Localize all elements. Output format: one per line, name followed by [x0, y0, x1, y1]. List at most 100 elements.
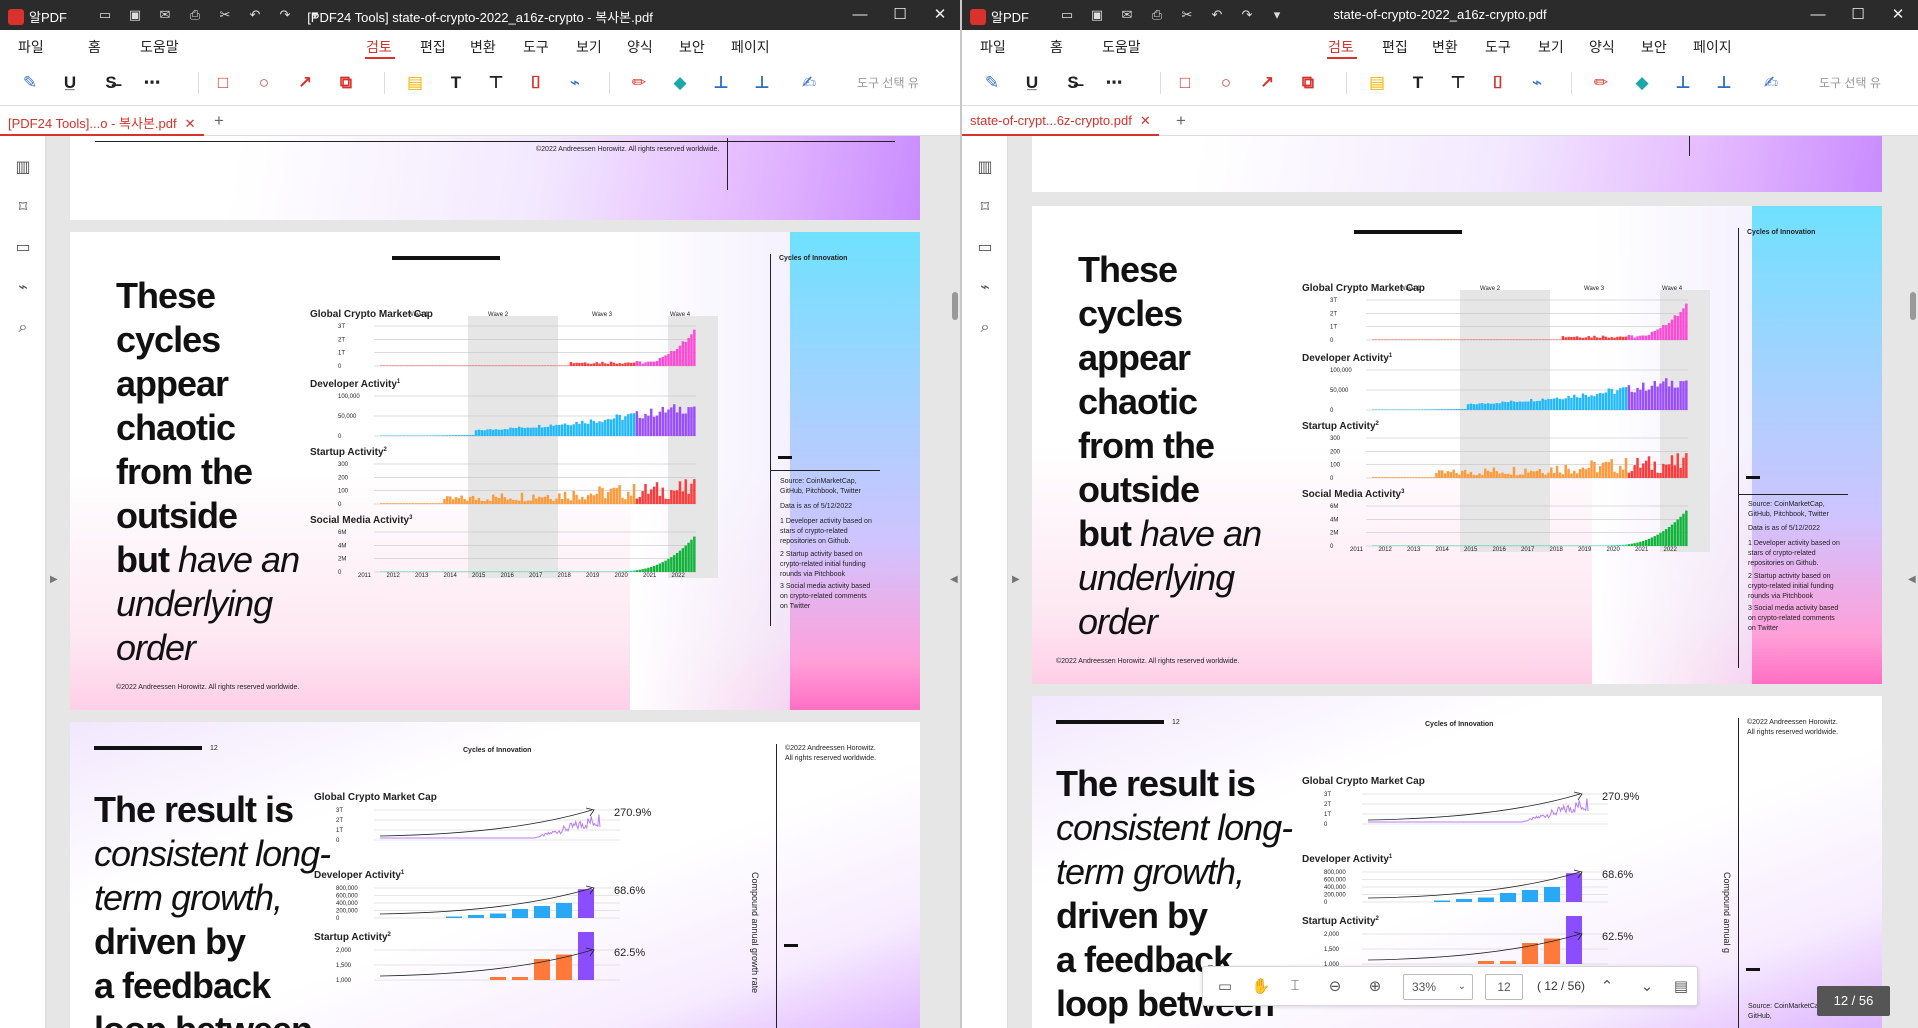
attach-icon[interactable]: ⌁: [563, 72, 587, 94]
redo-icon[interactable]: ↷: [1237, 6, 1257, 24]
maximize-button[interactable]: ☐: [880, 0, 920, 30]
select-text-tool-icon[interactable]: ⌶: [1283, 977, 1307, 994]
sticky-note-icon[interactable]: ▤: [1365, 72, 1389, 94]
thumbnail-panel-icon[interactable]: ▥: [975, 158, 995, 178]
arrow-icon[interactable]: ↗: [293, 72, 317, 94]
attachment-icon[interactable]: ⌁: [13, 278, 33, 298]
ellipse-icon[interactable]: ○: [1214, 72, 1238, 94]
callout-icon[interactable]: ⌷: [1486, 72, 1510, 94]
menu-page[interactable]: 페이지: [731, 37, 770, 57]
attachment-icon[interactable]: ⌁: [975, 278, 995, 298]
quick-access-dropdown-icon[interactable]: ▾: [1267, 6, 1287, 24]
menu-help[interactable]: 도움말: [1102, 37, 1141, 57]
eraser-icon[interactable]: ◆: [668, 72, 692, 94]
tool-select-hint[interactable]: 도구 선택 유: [1819, 74, 1881, 91]
comment-icon[interactable]: ▭: [975, 238, 995, 258]
search-icon[interactable]: ⌕: [975, 318, 995, 338]
document-tab[interactable]: [PDF24 Tools]...o - 복사본.pdf ✕: [0, 106, 204, 136]
shapes-dropdown-icon[interactable]: ⧉: [334, 72, 358, 94]
menu-convert[interactable]: 변환: [1432, 37, 1458, 57]
more-text-markup-icon[interactable]: ⋯: [1102, 72, 1126, 94]
close-button[interactable]: ✕: [920, 0, 960, 30]
bookmark-icon[interactable]: ⌑: [13, 198, 33, 218]
shapes-dropdown-icon[interactable]: ⧉: [1296, 72, 1320, 94]
menu-page[interactable]: 페이지: [1693, 37, 1732, 57]
single-page-view-icon[interactable]: ▭: [1213, 977, 1237, 995]
pen-icon[interactable]: ✏: [627, 72, 651, 94]
zoom-in-icon[interactable]: ⊕: [1363, 977, 1387, 995]
textbox-icon[interactable]: ⊤: [484, 72, 508, 94]
minimize-button[interactable]: —: [840, 0, 880, 30]
eraser-icon[interactable]: ◆: [1630, 72, 1654, 94]
app-logo[interactable]: 알PDF: [970, 7, 1029, 26]
stamp-icon[interactable]: ⊥: [709, 72, 733, 94]
open-folder-icon[interactable]: ▭: [1057, 6, 1077, 24]
pen-icon[interactable]: ✏: [1589, 72, 1613, 94]
menu-view[interactable]: 보기: [1538, 37, 1564, 57]
menu-form[interactable]: 양식: [1589, 37, 1615, 57]
underline-icon[interactable]: U̲: [58, 72, 82, 94]
redo-icon[interactable]: ↷: [275, 6, 295, 24]
underline-icon[interactable]: U̲: [1020, 72, 1044, 94]
continuous-view-icon[interactable]: ▤: [1669, 977, 1693, 995]
bookmark-icon[interactable]: ⌑: [975, 198, 995, 218]
menu-review[interactable]: 검토: [1328, 37, 1354, 57]
print-icon[interactable]: ⎙: [1147, 6, 1167, 24]
search-icon[interactable]: ⌕: [13, 318, 33, 338]
menu-security[interactable]: 보안: [679, 37, 705, 57]
text-icon[interactable]: T: [444, 72, 468, 94]
save-icon[interactable]: ▣: [1087, 6, 1107, 24]
mail-icon[interactable]: ✉: [1117, 6, 1137, 24]
menu-convert[interactable]: 변환: [470, 37, 496, 57]
print-icon[interactable]: ⎙: [185, 6, 205, 24]
attach-icon[interactable]: ⌁: [1525, 72, 1549, 94]
stamp-icon[interactable]: ⊥: [1671, 72, 1695, 94]
menu-edit[interactable]: 편집: [1382, 37, 1408, 57]
menu-tools[interactable]: 도구: [1485, 37, 1511, 57]
menu-home[interactable]: 홈: [88, 37, 101, 57]
arrow-icon[interactable]: ↗: [1255, 72, 1279, 94]
previous-page-icon[interactable]: ⌃: [1595, 977, 1619, 995]
app-logo[interactable]: 알PDF: [8, 7, 67, 26]
close-button[interactable]: ✕: [1878, 0, 1918, 30]
hand-tool-icon[interactable]: ✋: [1249, 977, 1273, 995]
thumbnail-panel-icon[interactable]: ▥: [13, 158, 33, 178]
page-number-input[interactable]: 12: [1485, 974, 1523, 1000]
vertical-scrollbar[interactable]: [952, 292, 958, 320]
highlight-icon[interactable]: ✎: [18, 72, 42, 94]
menu-help[interactable]: 도움말: [140, 37, 179, 57]
rectangle-icon[interactable]: □: [1173, 72, 1197, 94]
ellipse-icon[interactable]: ○: [252, 72, 276, 94]
undo-icon[interactable]: ↶: [245, 6, 265, 24]
textbox-icon[interactable]: ⊤: [1446, 72, 1470, 94]
tool-select-hint[interactable]: 도구 선택 유: [857, 74, 919, 91]
menu-view[interactable]: 보기: [576, 37, 602, 57]
strikethrough-icon[interactable]: S̶: [99, 72, 123, 94]
highlight-icon[interactable]: ✎: [980, 72, 1004, 94]
menu-home[interactable]: 홈: [1050, 37, 1063, 57]
signature-icon[interactable]: ✍: [797, 72, 821, 94]
undo-icon[interactable]: ↶: [1207, 6, 1227, 24]
save-icon[interactable]: ▣: [125, 6, 145, 24]
strikethrough-icon[interactable]: S̶: [1061, 72, 1085, 94]
menu-security[interactable]: 보안: [1641, 37, 1667, 57]
tab-close-icon[interactable]: ✕: [185, 116, 196, 131]
document-tab[interactable]: state-of-crypt...6z-crypto.pdf ✕: [962, 106, 1159, 136]
vertical-scrollbar[interactable]: [1910, 292, 1916, 320]
text-icon[interactable]: T: [1406, 72, 1430, 94]
menu-tools[interactable]: 도구: [523, 37, 549, 57]
new-tab-icon[interactable]: +: [214, 111, 224, 131]
next-page-icon[interactable]: ⌄: [1635, 977, 1659, 995]
scissors-icon[interactable]: ✂: [215, 6, 235, 24]
zoom-select[interactable]: 33% ⌄: [1403, 974, 1473, 1000]
open-folder-icon[interactable]: ▭: [95, 6, 115, 24]
rectangle-icon[interactable]: □: [211, 72, 235, 94]
comment-icon[interactable]: ▭: [13, 238, 33, 258]
signature-icon[interactable]: ✍: [1759, 72, 1783, 94]
minimize-button[interactable]: —: [1798, 0, 1838, 30]
mail-icon[interactable]: ✉: [155, 6, 175, 24]
stamp-dropdown-icon[interactable]: ⊥: [1712, 72, 1736, 94]
more-text-markup-icon[interactable]: ⋯: [140, 72, 164, 94]
menu-file[interactable]: 파일: [980, 37, 1006, 57]
scissors-icon[interactable]: ✂: [1177, 6, 1197, 24]
